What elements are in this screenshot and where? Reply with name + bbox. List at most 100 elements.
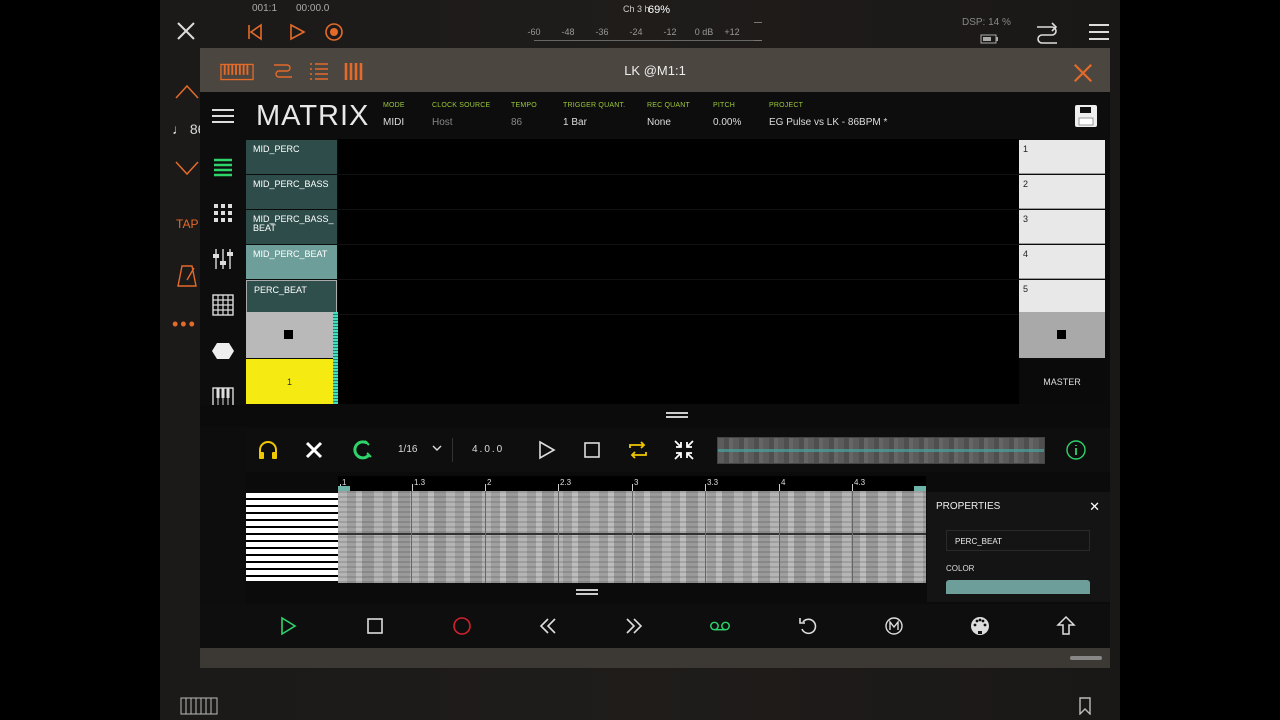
chevron-down-icon[interactable] (432, 444, 442, 452)
master-button[interactable]: MASTER (1019, 359, 1105, 404)
project-field[interactable]: PROJECT EG Pulse vs LK - 86BPM * (769, 102, 887, 128)
plugin-title: LK @M1:1 (624, 63, 686, 78)
plugin-titlebar: LK @M1:1 (200, 48, 1110, 92)
midi-port-icon[interactable] (968, 614, 992, 638)
tap-tempo-button[interactable]: TAP (176, 217, 198, 231)
tempo-up-icon[interactable] (174, 84, 200, 100)
clip-matrix-grid[interactable] (338, 139, 1019, 404)
play-icon[interactable] (534, 438, 558, 462)
splitter-handle[interactable] (200, 405, 1110, 427)
ruler-label: 1.3 (414, 478, 426, 487)
grid-line (338, 314, 1019, 315)
roll-splitter-handle[interactable] (576, 589, 598, 595)
beat-line (705, 491, 706, 583)
clip-name: PERC_BEAT (254, 285, 307, 295)
scene-slot[interactable]: 1 (1019, 140, 1105, 174)
routing-icon[interactable] (1034, 21, 1060, 45)
clock-source-field[interactable]: CLOCK SOURCE Host (432, 102, 490, 128)
timeline-ruler[interactable]: 1 1.3 2 2.3 3 3.3 4 4.3 (338, 476, 926, 491)
close-icon[interactable]: ✕ (1089, 499, 1100, 515)
metronome-icon[interactable] (882, 614, 906, 638)
fast-forward-icon[interactable] (622, 614, 646, 638)
ruler-tick (852, 484, 853, 491)
field-label: PITCH (713, 102, 735, 109)
quantize-value[interactable]: 1/16 (398, 444, 417, 455)
mixer-sliders-icon[interactable] (210, 246, 236, 272)
clip-name: MID_PERC (253, 144, 300, 154)
undo-icon[interactable] (796, 614, 820, 638)
tempo-field[interactable]: TEMPO 86 (511, 102, 537, 128)
scene-number: 2 (1023, 179, 1029, 189)
scene-slot[interactable]: 3 (1019, 210, 1105, 244)
meter-tick: -36 (595, 27, 609, 37)
meter-tick: -60 (527, 27, 541, 37)
tempo-down-icon[interactable] (174, 160, 200, 176)
hexagon-icon[interactable] (210, 338, 236, 364)
track-slot[interactable]: 1 (246, 359, 333, 404)
menu-icon[interactable] (1088, 22, 1110, 42)
save-icon[interactable] (1074, 104, 1098, 128)
clip-name: MID_PERC_BASS_ BEAT (253, 214, 334, 233)
ruler-tick (779, 484, 780, 491)
magnet-icon[interactable] (350, 438, 374, 462)
step-grid-icon[interactable] (210, 292, 236, 318)
record-icon[interactable] (324, 22, 344, 42)
beat-line (411, 491, 412, 583)
rec-quant-field[interactable]: REC QUANT None (647, 102, 690, 128)
color-swatch[interactable] (946, 580, 1090, 594)
piano-roll: 1 1.3 2 2.3 3 3.3 4 4.3 (246, 476, 926, 584)
note-grid[interactable] (338, 491, 926, 583)
beat-line (558, 491, 559, 583)
clip-slot[interactable]: MID_PERC_BEAT (246, 245, 337, 279)
info-icon[interactable] (1064, 438, 1088, 462)
clip-name: MID_PERC_BEAT (253, 249, 328, 259)
track-stop-button[interactable] (246, 312, 333, 358)
close-icon[interactable] (1066, 62, 1100, 84)
clip-length[interactable]: 4.0.0 (472, 444, 504, 455)
left-sidebar (200, 140, 246, 668)
bookmark-icon[interactable] (1078, 697, 1092, 715)
more-icon[interactable]: ••• (172, 314, 197, 335)
scene-slot[interactable]: 4 (1019, 245, 1105, 279)
play-icon[interactable] (276, 614, 300, 638)
record-icon[interactable] (450, 614, 474, 638)
rewind-icon[interactable] (246, 23, 264, 41)
tape-icon[interactable] (708, 614, 732, 638)
meter-tick: 0 dB (694, 27, 714, 37)
close-icon[interactable] (176, 21, 196, 41)
field-value: EG Pulse vs LK - 86BPM * (769, 117, 888, 128)
upload-icon[interactable] (1054, 614, 1078, 638)
field-value: MIDI (383, 117, 405, 128)
piano-keyboard[interactable] (246, 493, 338, 581)
hamburger-menu-icon[interactable] (211, 108, 235, 124)
pad-grid-icon[interactable] (210, 200, 236, 226)
position-time: 00:00.0 (296, 3, 330, 14)
keyboard-icon[interactable] (180, 697, 218, 715)
stop-icon[interactable] (363, 614, 387, 638)
clip-list-icon[interactable] (210, 154, 236, 180)
rewind-icon[interactable] (536, 614, 560, 638)
plugin-bottom-bar (200, 648, 1110, 668)
stop-icon[interactable] (580, 438, 604, 462)
metronome-icon[interactable] (176, 264, 198, 288)
trigger-quant-field[interactable]: TRIGGER QUANT. 1 Bar (563, 102, 625, 128)
grip-lines (666, 412, 688, 418)
stop-all-button[interactable] (1019, 312, 1105, 358)
clip-name-field[interactable]: PERC_BEAT (946, 530, 1090, 551)
headphones-icon[interactable] (256, 438, 280, 462)
scene-slot[interactable]: 5 (1019, 280, 1105, 314)
scene-slot[interactable]: 2 (1019, 175, 1105, 209)
clip-slot[interactable]: MID_PERC_BASS_ BEAT (246, 210, 337, 244)
clip-overview[interactable] (717, 437, 1045, 464)
clip-slot-selected[interactable]: PERC_BEAT (246, 280, 337, 314)
loop-icon[interactable] (626, 438, 650, 462)
clip-slot[interactable]: MID_PERC_BASS (246, 175, 337, 209)
delete-icon[interactable] (302, 438, 326, 462)
pitch-field[interactable]: PITCH 0.00% (713, 102, 741, 128)
shrink-icon[interactable] (672, 438, 696, 462)
field-label: TRIGGER QUANT. (563, 102, 626, 109)
play-icon[interactable] (288, 23, 306, 41)
mode-field[interactable]: MODE MIDI (383, 102, 405, 128)
master-label: MASTER (1043, 377, 1081, 387)
clip-slot[interactable]: MID_PERC (246, 140, 337, 174)
